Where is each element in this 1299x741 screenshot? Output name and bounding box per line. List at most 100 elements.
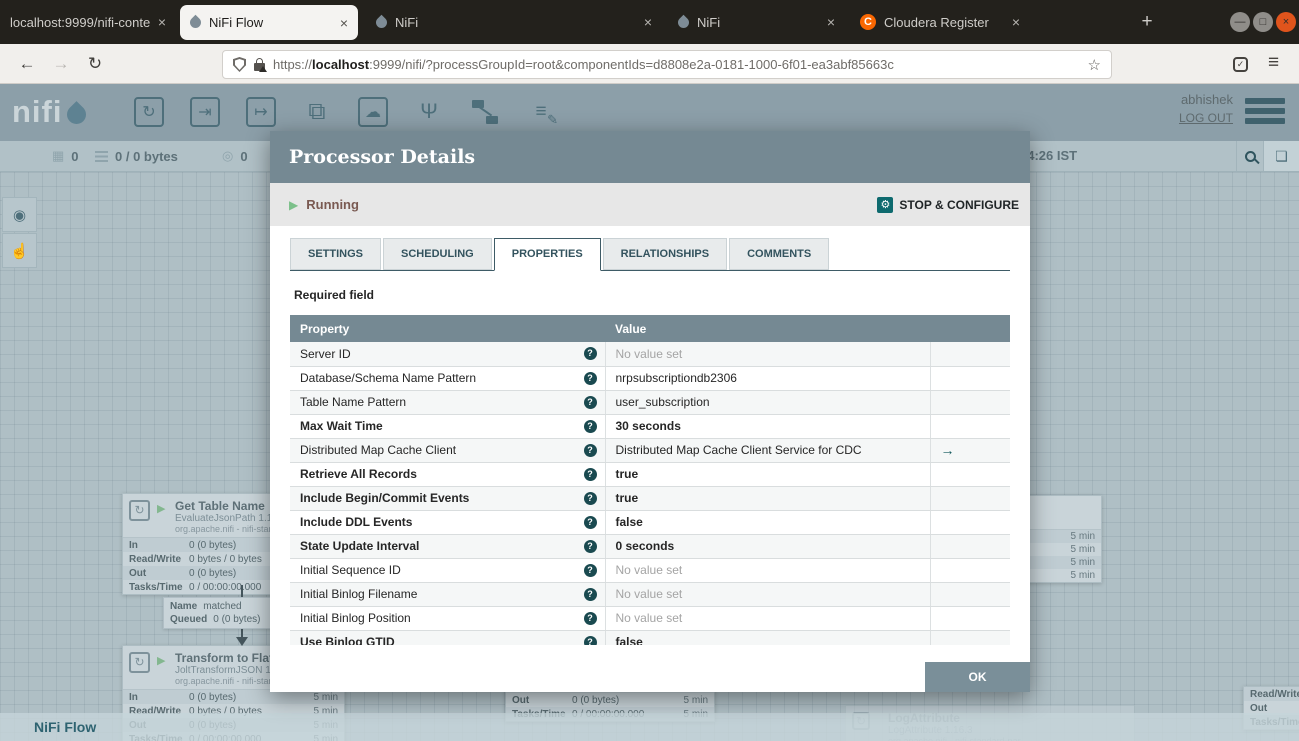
browser-tab[interactable]: C Cloudera Register × (850, 0, 1030, 44)
tab-title: NiFi (697, 15, 819, 30)
process-group-icon[interactable]: ⧉ (302, 97, 332, 127)
help-icon[interactable]: ? (584, 540, 597, 553)
input-port-icon[interactable]: ⇥ (190, 97, 220, 127)
property-column-header: Property (290, 315, 605, 342)
nifi-favicon-icon (374, 14, 390, 30)
reload-button[interactable]: ↻ (78, 54, 112, 74)
processor-icon[interactable]: ↻ (134, 97, 164, 127)
help-icon[interactable]: ? (584, 612, 597, 625)
breadcrumb-bar: NiFi Flow (0, 713, 1299, 741)
help-icon[interactable]: ? (584, 372, 597, 385)
dialog-header: Processor Details (270, 131, 1030, 183)
tab-title: NiFi Flow (209, 15, 332, 30)
tracking-shield-icon[interactable] (233, 57, 246, 72)
help-icon[interactable]: ? (584, 588, 597, 601)
help-icon[interactable]: ? (584, 444, 597, 457)
label-icon[interactable]: ≡✎ (526, 97, 556, 127)
help-icon[interactable]: ? (584, 347, 597, 360)
tab-close-icon[interactable]: × (827, 14, 835, 30)
browser-tab[interactable]: NiFi × (366, 0, 662, 44)
property-row: Include DDL Events? false (290, 510, 1010, 534)
tab-properties[interactable]: PROPERTIES (494, 238, 601, 271)
tab-close-icon[interactable]: × (340, 15, 348, 31)
funnel-icon[interactable]: Ψ (414, 97, 444, 127)
processor-type-icon: ↻ (129, 500, 150, 521)
ok-button[interactable]: OK (925, 662, 1030, 692)
help-icon[interactable]: ? (584, 516, 597, 529)
forward-button[interactable]: → (44, 54, 78, 74)
property-row: Include Begin/Commit Events? true (290, 486, 1010, 510)
bulletin-button[interactable]: ❏ (1263, 141, 1299, 171)
run-status-label: Running (306, 197, 359, 212)
operate-palette-button[interactable]: ☝ (2, 233, 37, 268)
bookmark-star-icon[interactable]: ☆ (1088, 56, 1101, 74)
tab-scheduling[interactable]: SCHEDULING (383, 238, 492, 270)
window-maximize-button[interactable]: □ (1253, 12, 1273, 32)
help-icon[interactable]: ? (584, 420, 597, 433)
table-header-row: Property Value (290, 315, 1010, 342)
logout-link[interactable]: LOG OUT (1179, 111, 1233, 125)
back-button[interactable]: ← (10, 54, 44, 74)
url-text: https://localhost:9999/nifi/?processGrou… (273, 57, 1080, 72)
property-row: Initial Binlog Position? No value set (290, 606, 1010, 630)
browser-tab-active[interactable]: NiFi Flow × (180, 5, 358, 40)
help-icon[interactable]: ? (584, 636, 597, 646)
help-icon[interactable]: ? (584, 396, 597, 409)
help-icon[interactable]: ? (584, 564, 597, 577)
gear-icon: ⚙ (877, 197, 893, 213)
nifi-favicon-icon (188, 15, 204, 31)
processor-count: 0 (71, 149, 78, 164)
global-menu-icon[interactable] (1245, 98, 1285, 128)
new-tab-button[interactable]: + (1132, 0, 1162, 44)
tab-close-icon[interactable]: × (644, 14, 652, 30)
stop-and-configure-button[interactable]: ⚙ STOP & CONFIGURE (877, 197, 1019, 213)
dialog-tabs: SETTINGS SCHEDULING PROPERTIES RELATIONS… (290, 238, 1010, 271)
dialog-title: Processor Details (289, 146, 475, 168)
property-row: Max Wait Time? 30 seconds (290, 414, 1010, 438)
property-row: Distributed Map Cache Client? Distribute… (290, 438, 1010, 462)
cloudera-favicon-icon: C (860, 14, 876, 30)
property-row: Database/Schema Name Pattern? nrpsubscri… (290, 366, 1010, 390)
nifi-drop-icon (63, 101, 90, 128)
help-icon[interactable]: ? (584, 492, 597, 505)
tab-title: Cloudera Register (884, 15, 1004, 30)
output-port-icon[interactable]: ↦ (246, 97, 276, 127)
tab-close-icon[interactable]: × (158, 14, 166, 30)
help-icon[interactable]: ? (584, 468, 597, 481)
tab-close-icon[interactable]: × (1012, 14, 1020, 30)
properties-table: Property Value Server ID? No value set D… (290, 315, 1010, 645)
processor-type-icon: ↻ (129, 652, 150, 673)
property-row: Table Name Pattern? user_subscription (290, 390, 1010, 414)
tab-comments[interactable]: COMMENTS (729, 238, 829, 270)
running-icon: ▶ (289, 198, 298, 212)
insecure-lock-icon[interactable] (254, 58, 265, 71)
remote-process-group-icon[interactable]: ☁ (358, 97, 388, 127)
value-column-header: Value (605, 315, 930, 342)
property-row: Initial Sequence ID? No value set (290, 558, 1010, 582)
nifi-favicon-icon (676, 14, 692, 30)
extension-shield-icon[interactable]: ✓ (1233, 57, 1248, 72)
url-input[interactable]: https://localhost:9999/nifi/?processGrou… (222, 50, 1112, 79)
component-toolbar: ↻ ⇥ ↦ ⧉ ☁ Ψ ≡✎ (134, 97, 556, 127)
search-button[interactable] (1236, 141, 1263, 171)
browser-tab[interactable]: NiFi × (668, 0, 845, 44)
tab-relationships[interactable]: RELATIONSHIPS (603, 238, 727, 270)
running-icon: ▶ (157, 654, 165, 667)
processor-count-icon: ▦ (52, 148, 64, 164)
template-icon[interactable] (470, 97, 500, 127)
dialog-status-row: ▶ Running ⚙ STOP & CONFIGURE (270, 183, 1030, 226)
tab-settings[interactable]: SETTINGS (290, 238, 381, 270)
processor-details-dialog: Processor Details ▶ Running ⚙ STOP & CON… (270, 131, 1030, 692)
go-to-service-icon[interactable]: → (941, 442, 955, 458)
property-row-clipped: Use Binlog GTID? false (290, 630, 1010, 645)
navigate-palette-button[interactable]: ◉ (2, 197, 37, 232)
tab-title: NiFi (395, 15, 636, 30)
browser-tab[interactable]: localhost:9999/nifi-content-v × (0, 0, 176, 44)
browser-menu-icon[interactable]: ≡ (1268, 52, 1279, 74)
window-minimize-button[interactable]: — (1230, 12, 1250, 32)
property-row: Server ID? No value set (290, 342, 1010, 366)
window-close-button[interactable]: × (1276, 12, 1296, 32)
search-icon (1245, 151, 1256, 162)
stop-and-configure-label: STOP & CONFIGURE (899, 198, 1019, 212)
breadcrumb[interactable]: NiFi Flow (34, 719, 96, 735)
